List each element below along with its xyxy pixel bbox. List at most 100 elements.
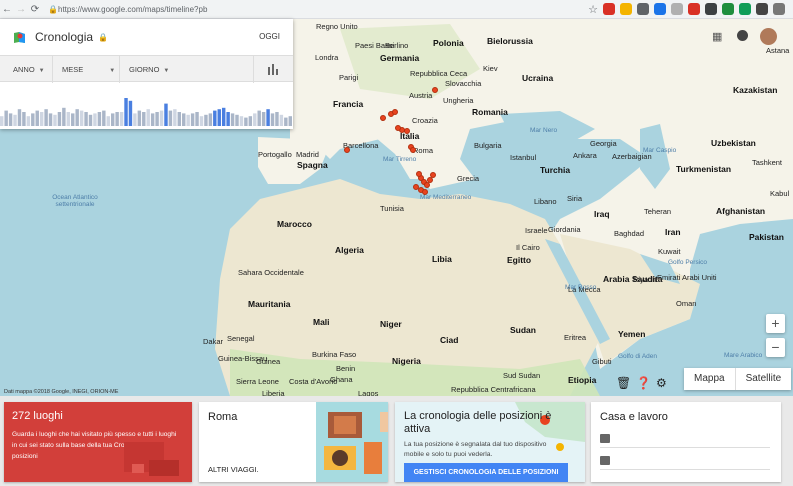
back-icon[interactable]: ← (0, 4, 14, 15)
day-dropdown[interactable]: GIORNO ▼ (129, 65, 169, 74)
activity-bar[interactable] (53, 114, 57, 126)
activity-bar[interactable] (159, 110, 164, 126)
extension-icon[interactable] (739, 3, 751, 15)
visited-place-marker[interactable] (395, 125, 401, 131)
activity-bar[interactable] (137, 110, 142, 126)
satellite-view-button[interactable]: Satellite (734, 368, 792, 390)
activity-bar[interactable] (22, 112, 26, 126)
reload-icon[interactable]: ⟳ (28, 4, 42, 15)
extension-icon[interactable] (756, 3, 768, 15)
activity-bar[interactable] (39, 112, 44, 126)
activity-bar[interactable] (93, 113, 97, 126)
activity-bar[interactable] (88, 114, 93, 126)
activity-bar[interactable] (146, 109, 150, 126)
activity-bar[interactable] (48, 113, 53, 126)
activity-bar[interactable] (226, 112, 230, 126)
visited-place-marker[interactable] (344, 147, 350, 153)
star-icon[interactable]: ☆ (588, 3, 598, 16)
activity-bar[interactable] (44, 109, 48, 126)
visited-place-marker[interactable] (413, 184, 419, 190)
forward-icon[interactable]: → (14, 4, 28, 15)
today-button[interactable]: OGGI (259, 32, 280, 41)
activity-bar[interactable] (102, 110, 106, 126)
activity-bar[interactable] (230, 113, 235, 126)
activity-bar[interactable] (182, 113, 186, 126)
activity-bar[interactable] (26, 116, 31, 126)
activity-bar[interactable] (235, 114, 239, 126)
activity-bar[interactable] (97, 112, 102, 126)
manage-history-button[interactable]: GESTISCI CRONOLOGIA DELLE POSIZIONI (404, 463, 568, 482)
trash-icon[interactable]: 🗑 (616, 376, 631, 390)
help-icon[interactable]: ❓ (636, 376, 651, 390)
activity-bar[interactable] (213, 110, 217, 126)
visited-place-marker[interactable] (416, 171, 422, 177)
activity-bar[interactable] (4, 110, 8, 126)
activity-bar[interactable] (190, 113, 195, 126)
activity-bars[interactable] (0, 83, 293, 129)
activity-bar[interactable] (288, 116, 292, 126)
activity-bar[interactable] (84, 112, 88, 126)
zoom-in-button[interactable]: + (766, 314, 785, 333)
activity-bar[interactable] (279, 114, 284, 126)
apps-grid-icon[interactable]: ▦ (712, 30, 722, 43)
activity-bar[interactable] (31, 113, 35, 126)
extension-icon[interactable] (671, 3, 683, 15)
more-trips-link[interactable]: ALTRI VIAGGI. (208, 465, 259, 474)
activity-bar[interactable] (0, 116, 4, 126)
extension-icon[interactable] (654, 3, 666, 15)
visited-place-marker[interactable] (404, 128, 410, 134)
activity-bar[interactable] (17, 109, 22, 126)
avatar[interactable] (760, 28, 777, 45)
home-row[interactable] (600, 432, 770, 448)
visited-place-marker[interactable] (392, 109, 398, 115)
zoom-out-button[interactable]: − (766, 338, 785, 357)
bar-chart-icon[interactable] (267, 63, 281, 75)
trip-card[interactable]: Roma ALTRI VIAGGI. (199, 402, 388, 482)
extension-icon[interactable] (603, 3, 615, 15)
activity-bar[interactable] (244, 117, 248, 126)
activity-bar[interactable] (142, 112, 146, 126)
activity-bar[interactable] (239, 116, 244, 126)
work-row[interactable] (600, 454, 770, 470)
visited-place-marker[interactable] (432, 87, 438, 93)
activity-bar[interactable] (173, 109, 177, 126)
activity-bar[interactable] (57, 112, 62, 126)
activity-bar[interactable] (119, 112, 124, 126)
activity-bar[interactable] (150, 113, 155, 126)
activity-bar[interactable] (248, 116, 253, 126)
visited-place-marker[interactable] (430, 172, 436, 178)
activity-bar[interactable] (164, 103, 168, 126)
activity-bar[interactable] (79, 110, 84, 126)
activity-bar[interactable] (284, 117, 288, 126)
activity-bar[interactable] (199, 116, 204, 126)
activity-bar[interactable] (115, 112, 119, 126)
activity-bar[interactable] (217, 109, 221, 126)
visited-place-marker[interactable] (380, 115, 386, 121)
activity-bar[interactable] (261, 112, 266, 126)
extension-icon[interactable] (620, 3, 632, 15)
activity-bar[interactable] (186, 114, 190, 126)
activity-bar[interactable] (128, 100, 133, 126)
activity-bar[interactable] (8, 113, 13, 126)
places-card[interactable]: 272 luoghi Guarda i luoghi che hai visit… (4, 402, 192, 482)
activity-bar[interactable] (270, 113, 275, 126)
activity-bar[interactable] (66, 112, 71, 126)
activity-bar[interactable] (62, 107, 66, 126)
activity-bar[interactable] (133, 113, 137, 126)
extension-icon[interactable] (688, 3, 700, 15)
notifications-icon[interactable] (737, 30, 748, 41)
extension-icon[interactable] (722, 3, 734, 15)
activity-bar[interactable] (124, 98, 128, 126)
map-view-button[interactable]: Mappa (684, 368, 735, 390)
activity-bar[interactable] (168, 110, 173, 126)
visited-place-marker[interactable] (410, 147, 416, 153)
activity-bar[interactable] (177, 112, 182, 126)
activity-bar[interactable] (75, 109, 79, 126)
activity-bar[interactable] (35, 110, 39, 126)
activity-bar[interactable] (257, 110, 261, 126)
year-dropdown[interactable]: ANNO ▼ (13, 65, 45, 74)
activity-bar[interactable] (221, 107, 226, 126)
activity-bar[interactable] (253, 113, 257, 126)
activity-bar[interactable] (275, 112, 279, 126)
address-bar[interactable]: 🔒 https://www.google.com/maps/timeline?p… (48, 2, 568, 16)
